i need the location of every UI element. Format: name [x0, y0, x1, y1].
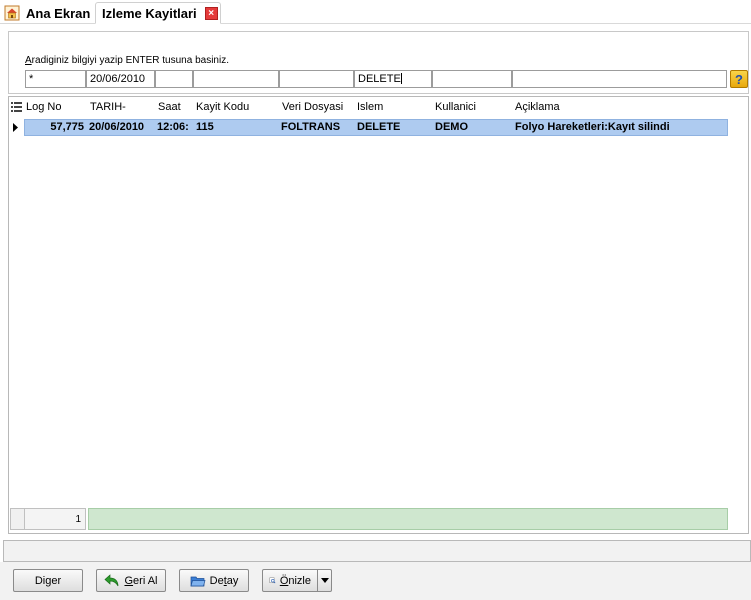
text-caret: [400, 73, 402, 84]
tab-izleme-kayitlari[interactable]: Izleme Kayitlari ×: [95, 2, 221, 24]
hint-accelerator: A: [25, 55, 32, 66]
home-icon: [4, 5, 20, 21]
row-indicator-icon: [13, 123, 18, 132]
column-header-kullanici[interactable]: Kullanici: [435, 99, 512, 116]
filter-value: 20/06/2010: [90, 73, 146, 85]
undo-arrow-icon: [104, 573, 119, 586]
status-bar: [3, 540, 751, 562]
filter-hint: Aradiginiz bilgiyi yazip ENTER tusuna ba…: [25, 55, 229, 66]
filter-islem-input[interactable]: DELETE: [354, 70, 432, 88]
button-text: ay: [226, 574, 239, 587]
cell-veri-dosyasi: FOLTRANS: [281, 121, 341, 133]
cell-saat: 12:06:: [157, 121, 189, 133]
print-preview-icon: [269, 577, 276, 584]
record-count: 1: [24, 508, 86, 530]
column-header-kayit-kodu[interactable]: Kayit Kodu: [196, 99, 279, 116]
footer-summary-bar: [88, 508, 728, 530]
button-accelerator: G: [124, 574, 134, 587]
close-icon[interactable]: ×: [204, 6, 218, 20]
filter-value: *: [29, 73, 34, 85]
open-folder-icon: [190, 576, 206, 586]
button-text: nizle: [288, 574, 311, 587]
chevron-down-icon: [320, 578, 329, 583]
column-header-log-no[interactable]: Log No: [26, 99, 86, 116]
help-button[interactable]: ?: [730, 70, 748, 88]
cell-islem: DELETE: [357, 121, 401, 133]
tab-label: Izleme Kayitlari: [102, 5, 197, 21]
filter-kayit-kodu-input[interactable]: [193, 70, 279, 88]
onizle-button[interactable]: Önizle: [262, 569, 318, 592]
filter-value: DELETE: [358, 73, 401, 85]
tab-label: Ana Ekran: [26, 5, 91, 21]
hint-text: radiginiz bilgiyi yazip ENTER tusuna bas…: [31, 55, 229, 66]
detay-button[interactable]: De t ay: [179, 569, 249, 592]
button-accelerator: Ö: [279, 574, 289, 587]
column-menu-icon[interactable]: [11, 102, 22, 112]
column-header-tarih[interactable]: TARIH-: [90, 99, 155, 116]
cell-kayit-kodu: 115: [196, 121, 214, 133]
onizle-dropdown-button[interactable]: [318, 569, 332, 592]
log-grid: [8, 96, 749, 534]
cell-aciklama: Folyo Hareketleri:Kayıt silindi: [515, 121, 670, 133]
button-text: Di: [34, 574, 46, 587]
svg-text:?: ?: [735, 72, 743, 87]
filter-aciklama-input[interactable]: [512, 70, 727, 88]
geri-al-button[interactable]: Geri Al: [96, 569, 166, 592]
tab-ana-ekran[interactable]: Ana Ekran: [4, 2, 92, 24]
filter-kullanici-input[interactable]: [432, 70, 512, 88]
cell-kullanici: DEMO: [435, 121, 468, 133]
button-text: De: [209, 574, 224, 587]
column-header-saat[interactable]: Saat: [158, 99, 193, 116]
filter-saat-input[interactable]: [155, 70, 193, 88]
column-header-islem[interactable]: Islem: [357, 99, 432, 116]
cell-log-no: 57,775: [50, 121, 84, 133]
column-header-veri-dosyasi[interactable]: Veri Dosyasi: [282, 99, 354, 116]
diger-button[interactable]: Di g er: [13, 569, 83, 592]
cell-tarih: 20/06/2010: [89, 121, 145, 133]
filter-veri-dosyasi-input[interactable]: [279, 70, 354, 88]
help-icon: ?: [735, 72, 743, 87]
button-text: eri Al: [133, 574, 158, 587]
filter-tarih-input[interactable]: 20/06/2010: [86, 70, 155, 88]
filter-log-no-input[interactable]: *: [25, 70, 86, 88]
button-text: er: [51, 574, 62, 587]
column-header-aciklama[interactable]: Açiklama: [515, 99, 727, 116]
